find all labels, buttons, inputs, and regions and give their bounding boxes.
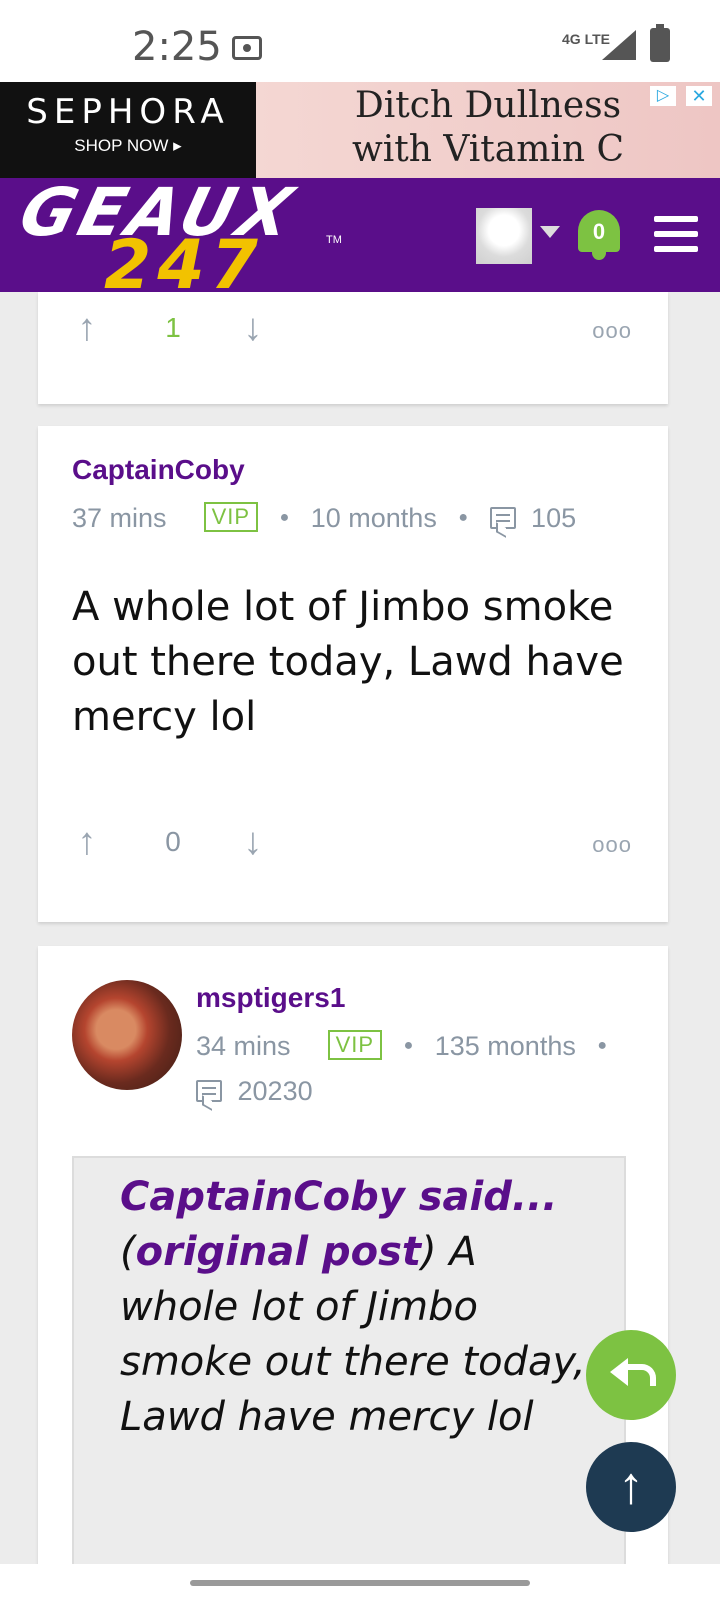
vip-badge: VIP xyxy=(203,502,259,532)
notification-count: 0 xyxy=(578,210,620,252)
home-indicator[interactable] xyxy=(190,1580,530,1586)
scroll-to-top-button[interactable]: ↑ xyxy=(586,1442,676,1532)
post-time: 34 mins xyxy=(196,1031,291,1061)
separator-dot: ● xyxy=(403,1037,414,1054)
post-count-row: 20230 xyxy=(196,1076,313,1107)
quote-text-block: CaptainCoby said... (original post) A wh… xyxy=(120,1174,586,1440)
upvote-icon[interactable]: ↑ xyxy=(72,308,102,348)
member-tenure: 135 months xyxy=(434,1031,576,1061)
post-count: 20230 xyxy=(237,1076,313,1106)
screen-record-icon xyxy=(232,36,262,60)
ad-banner[interactable]: SEPHORA SHOP NOW ▸ Ditch Dullness with V… xyxy=(0,82,720,178)
reply-button[interactable] xyxy=(586,1330,676,1420)
separator-dot: ● xyxy=(458,509,469,526)
vote-score: 0 xyxy=(165,826,181,857)
post-card: CaptainCoby 37 mins VIP ● 10 months ● 10… xyxy=(38,426,668,922)
post-count: 105 xyxy=(531,503,577,533)
logo-trademark: TM xyxy=(326,234,342,246)
post-body: A whole lot of Jimbo smoke out there tod… xyxy=(72,584,624,740)
site-header: GEAUX 247 TM 0 xyxy=(0,174,720,305)
battery-icon xyxy=(650,24,670,62)
member-tenure: 10 months xyxy=(310,503,437,533)
vote-bar: ↑ 1 ↓ ooo xyxy=(38,308,668,368)
status-bar: 2:25 4G LTE xyxy=(0,0,720,82)
avatar[interactable] xyxy=(72,980,182,1090)
post-card: ↑ 1 ↓ ooo xyxy=(38,292,668,404)
adchoices-icon[interactable]: ▷ xyxy=(650,86,676,106)
original-post-link[interactable]: original post xyxy=(136,1229,421,1275)
vip-badge: VIP xyxy=(327,1030,383,1060)
message-count-icon xyxy=(489,507,516,529)
ad-close-icon[interactable]: ✕ xyxy=(686,86,712,106)
vote-score: 1 xyxy=(165,312,181,343)
post-username[interactable]: CaptainCoby xyxy=(72,454,245,486)
more-options-icon[interactable]: ooo xyxy=(592,318,632,344)
signal-icon xyxy=(602,30,636,60)
ad-brand-panel[interactable]: SEPHORA SHOP NOW ▸ xyxy=(0,82,256,178)
post-card: msptigers1 34 mins VIP ● 135 months ● 20… xyxy=(38,946,668,1580)
post-username[interactable]: msptigers1 xyxy=(196,982,345,1014)
bell-clapper xyxy=(592,252,606,260)
upvote-icon[interactable]: ↑ xyxy=(72,822,102,862)
user-avatar-button[interactable] xyxy=(476,208,532,264)
notifications-bell-icon[interactable]: 0 xyxy=(578,208,620,260)
site-logo[interactable]: GEAUX 247 TM xyxy=(12,174,412,305)
hamburger-menu-icon[interactable] xyxy=(654,216,698,256)
separator-dot: ● xyxy=(597,1037,608,1054)
message-count-icon xyxy=(196,1080,222,1102)
more-options-icon[interactable]: ooo xyxy=(592,832,632,858)
vote-bar: ↑ 0 ↓ ooo xyxy=(38,822,668,882)
separator-dot: ● xyxy=(279,509,290,526)
ad-shop-now[interactable]: SHOP NOW ▸ xyxy=(0,136,256,156)
ad-headline-line2: with Vitamin C xyxy=(351,129,625,170)
downvote-icon[interactable]: ↓ xyxy=(238,822,268,862)
quote-block: CaptainCoby said... (original post) A wh… xyxy=(72,1156,626,1580)
status-time: 2:25 xyxy=(132,24,222,70)
post-meta: 34 mins VIP ● 135 months ● xyxy=(196,1030,621,1062)
chevron-down-icon[interactable] xyxy=(540,226,560,238)
post-time: 37 mins xyxy=(72,503,167,533)
quote-author[interactable]: CaptainCoby said... xyxy=(120,1174,557,1220)
navigation-gesture-bar xyxy=(0,1564,720,1600)
ad-brand-name: SEPHORA xyxy=(26,92,230,132)
post-meta: 37 mins VIP ● 10 months ● 105 xyxy=(72,502,576,534)
downvote-icon[interactable]: ↓ xyxy=(238,308,268,348)
